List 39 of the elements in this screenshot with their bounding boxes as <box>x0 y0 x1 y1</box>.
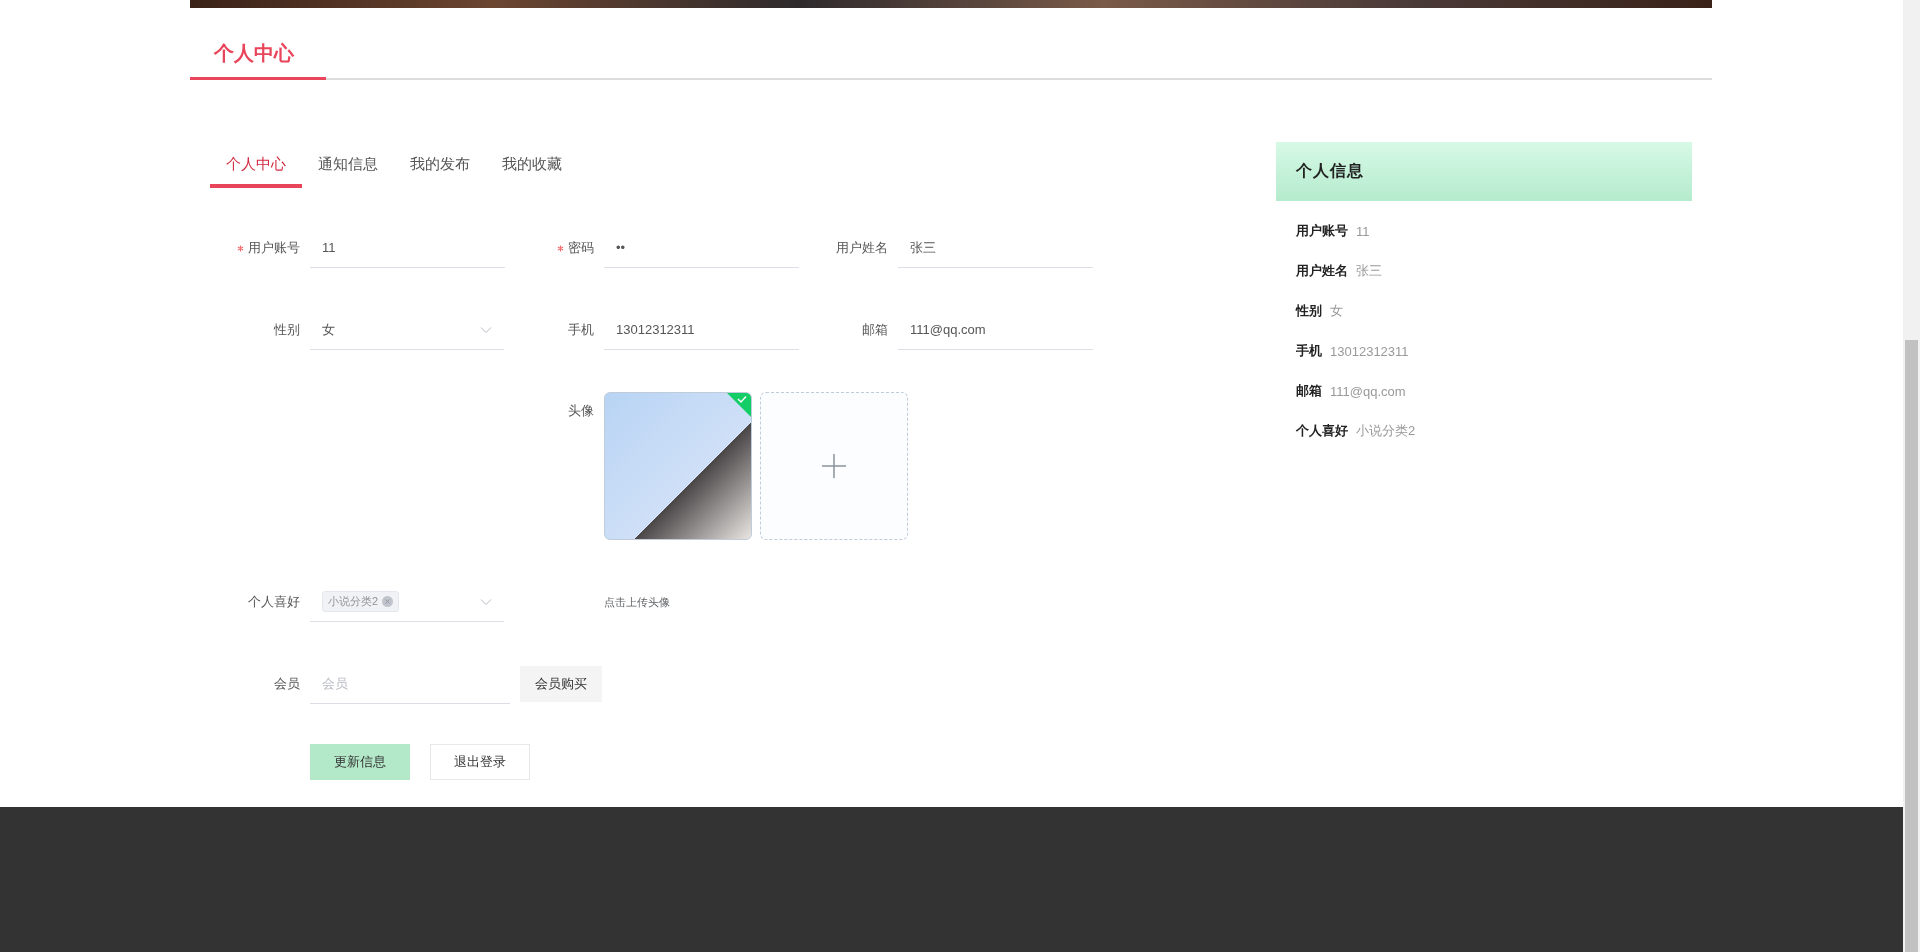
field-label: 手机 <box>568 321 594 339</box>
field-label: 性别 <box>274 321 300 339</box>
info-value: 111@qq.com <box>1330 383 1406 399</box>
info-label: 性别 <box>1296 302 1322 320</box>
info-label: 手机 <box>1296 342 1322 360</box>
field-label: 用户账号 <box>248 239 300 257</box>
tab[interactable]: 个人中心 <box>210 145 302 188</box>
tab[interactable]: 我的发布 <box>394 145 486 188</box>
buy-button[interactable]: 会员购买 <box>520 666 602 702</box>
info-value: 11 <box>1356 223 1370 239</box>
close-icon[interactable] <box>382 596 394 607</box>
upload-box[interactable] <box>760 392 908 540</box>
info-value: 女 <box>1330 302 1343 320</box>
tab[interactable]: 我的收藏 <box>486 145 578 188</box>
page-title: 个人中心 <box>190 40 326 80</box>
form-button[interactable]: 更新信息 <box>310 744 410 780</box>
field-label: 密码 <box>568 239 594 257</box>
upload-hint: 点击上传头像 <box>604 594 670 610</box>
panel-header: 个人信息 <box>1276 142 1692 201</box>
scrollbar[interactable] <box>1903 0 1920 952</box>
select-field[interactable]: 女 <box>310 310 504 350</box>
info-value: 13012312311 <box>1330 343 1409 359</box>
field-label: 会员 <box>274 675 300 693</box>
form-button[interactable]: 退出登录 <box>430 744 530 780</box>
field-label: 个人喜好 <box>248 593 300 611</box>
field-label: 邮箱 <box>862 321 888 339</box>
info-label: 用户姓名 <box>1296 262 1348 280</box>
info-value: 小说分类2 <box>1356 422 1416 440</box>
plus-icon <box>822 454 846 478</box>
info-value: 张三 <box>1356 262 1382 280</box>
tab[interactable]: 通知信息 <box>302 145 394 188</box>
field-label: 用户姓名 <box>836 239 888 257</box>
info-label: 用户账号 <box>1296 222 1348 240</box>
info-label: 邮箱 <box>1296 382 1322 400</box>
field-label: 头像 <box>568 402 594 420</box>
info-label: 个人喜好 <box>1296 422 1348 440</box>
chevron-down-icon <box>480 325 492 334</box>
tag-chip: 小说分类2 <box>322 591 400 612</box>
chevron-down-icon <box>480 597 492 606</box>
